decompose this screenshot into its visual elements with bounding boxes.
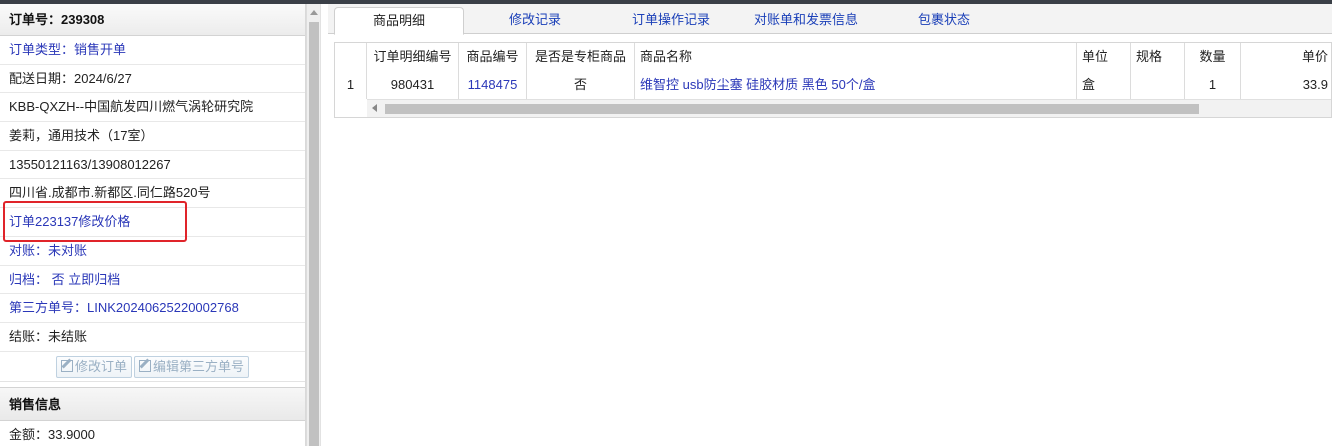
scrollbar-thumb[interactable]: [309, 22, 319, 446]
tab-product-details[interactable]: 商品明细: [334, 7, 464, 35]
contact-row: 姜莉，通用技术（17室）: [0, 122, 305, 151]
sales-info-header: 销售信息: [0, 386, 305, 421]
settlement-row: 结账：未结账: [0, 323, 305, 352]
panel-splitter[interactable]: [320, 4, 328, 446]
row-spec: [1131, 71, 1185, 99]
header-unit-price: 单价: [1301, 49, 1328, 64]
header-product-id: 商品编号: [459, 43, 527, 71]
row-product-id-link[interactable]: 1148475: [459, 71, 527, 99]
order-number-header: 订单号：239308: [0, 4, 305, 36]
edit-icon: [60, 359, 73, 372]
action-buttons: 修改订单 编辑第三方单号: [0, 352, 305, 382]
tab-package-status[interactable]: 包裹状态: [884, 7, 1004, 35]
header-unit: 单位: [1077, 43, 1131, 71]
edit-third-party-button[interactable]: 编辑第三方单号: [134, 355, 250, 378]
horizontal-scrollbar-thumb[interactable]: [385, 104, 1199, 114]
order-type-row: 订单类型：销售开单: [0, 36, 305, 65]
tab-statement-invoice[interactable]: 对账单和发票信息: [736, 7, 876, 35]
edit-order-button[interactable]: 修改订单: [55, 355, 132, 378]
product-table: 订单明细编号 商品编号 是否是专柜商品 商品名称 单位 规格 数量 单价 1 9…: [334, 42, 1332, 118]
row-quantity: 1: [1185, 71, 1241, 99]
header-product-name: 商品名称: [635, 43, 1077, 71]
row-detail-id: 980431: [367, 71, 459, 99]
amount-row: 金额：33.9000: [0, 421, 305, 446]
row-unit: 盒: [1077, 71, 1131, 99]
order-number-value: 239308: [61, 12, 105, 27]
order-number-label: 订单号：: [9, 12, 62, 27]
header-counter-product: 是否是专柜商品: [527, 43, 635, 71]
scroll-left-arrow-icon[interactable]: [372, 104, 377, 112]
tab-bar: 商品明细 修改记录 订单操作记录 对账单和发票信息 包裹状态: [328, 4, 1332, 35]
customer-row: KBB-QXZH--中国航发四川燃气涡轮研究院: [0, 93, 305, 123]
row-product-name-link[interactable]: 维智控 usb防尘塞 硅胶材质 黑色 50个/盒: [635, 71, 1077, 99]
left-scrollbar[interactable]: [306, 4, 320, 446]
phone-row: 13550121163/13908012267: [0, 151, 305, 180]
highlight-box: [3, 201, 187, 242]
table-horizontal-scrollbar[interactable]: [367, 99, 1331, 117]
row-counter-product: 否: [527, 71, 635, 99]
tab-order-operation-records[interactable]: 订单操作记录: [606, 7, 736, 35]
row-index: 1: [335, 71, 367, 99]
header-index: [335, 43, 367, 71]
delivery-date-row: 配送日期：2024/6/27: [0, 65, 305, 94]
scroll-up-arrow-icon[interactable]: [310, 10, 318, 15]
third-party-number-row[interactable]: 第三方单号：LINK20240625220002768: [0, 294, 305, 323]
tab-edit-records[interactable]: 修改记录: [470, 7, 600, 35]
header-quantity: 数量: [1185, 43, 1241, 71]
edit-icon: [139, 359, 151, 372]
header-detail-id: 订单明细编号: [367, 43, 459, 71]
header-spec: 规格: [1131, 43, 1185, 71]
detail-panel: 商品明细 修改记录 订单操作记录 对账单和发票信息 包裹状态 订单明细编号 商品…: [328, 4, 1332, 446]
row-unit-price: 33.9: [1302, 77, 1328, 92]
archive-row[interactable]: 归档： 否 立即归档: [0, 266, 305, 295]
